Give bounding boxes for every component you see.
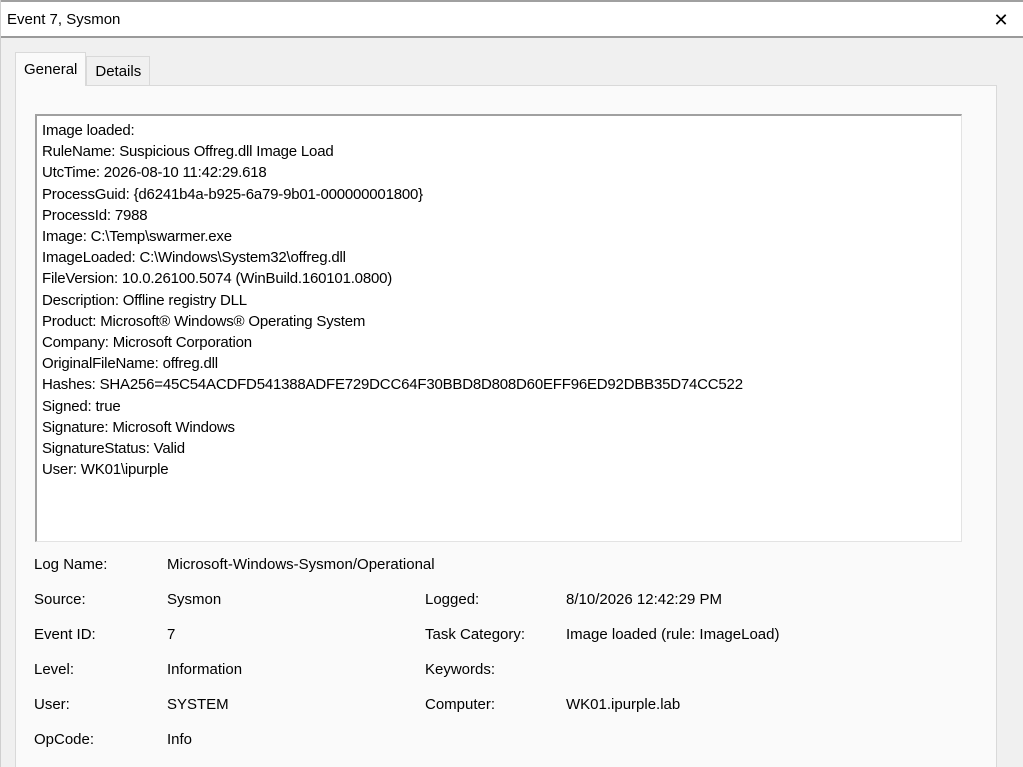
window-title: Event 7, Sysmon: [7, 11, 121, 28]
tab-details[interactable]: Details: [86, 56, 151, 86]
description-line: Signature: Microsoft Windows: [42, 418, 235, 436]
description-line: Description: Offline registry DLL: [42, 291, 247, 309]
description-line: ProcessId: 7988: [42, 206, 148, 224]
description-line: Signed: true: [42, 397, 121, 415]
computer-value: WK01.ipurple.lab: [566, 696, 681, 713]
task-category-label: Task Category:: [425, 626, 526, 643]
description-line: RuleName: Suspicious Offreg.dll Image Lo…: [42, 143, 334, 161]
level-value: Information: [167, 661, 243, 678]
description-line: Company: Microsoft Corporation: [42, 334, 252, 352]
description-line: Hashes: SHA256=45C54ACDFD541388ADFE729DC…: [42, 376, 743, 394]
user-value: SYSTEM: [167, 696, 229, 713]
description-line: SignatureStatus: Valid: [42, 440, 185, 458]
keywords-label: Keywords:: [425, 661, 496, 678]
opcode-value: Info: [167, 731, 193, 748]
computer-label: Computer:: [425, 696, 496, 713]
description-line: User: WK01\ipurple: [42, 461, 169, 479]
title-bar: Event 7, Sysmon ✕: [1, 2, 1023, 38]
description-line: FileVersion: 10.0.26100.5074 (WinBuild.1…: [42, 270, 393, 288]
description-line: Product: Microsoft® Windows® Operating S…: [42, 312, 366, 330]
source-value: Sysmon: [167, 591, 222, 608]
task-category-value: Image loaded (rule: ImageLoad): [566, 626, 780, 643]
log-name-value: Microsoft-Windows-Sysmon/Operational: [167, 556, 435, 573]
description-line: OriginalFileName: offreg.dll: [42, 355, 218, 373]
tab-strip: General Details: [15, 52, 151, 86]
event-properties-window: Event 7, Sysmon ✕ General Details Image …: [0, 0, 1023, 767]
event-id-value: 7: [167, 626, 176, 643]
description-line: ImageLoaded: C:\Windows\System32\offreg.…: [42, 249, 346, 267]
log-name-label: Log Name:: [34, 556, 108, 573]
source-label: Source:: [34, 591, 86, 608]
level-label: Level:: [34, 661, 75, 678]
general-tab-panel: Image loaded: RuleName: Suspicious Offre…: [15, 85, 997, 767]
description-line: UtcTime: 2026-08-10 11:42:29.618: [42, 164, 267, 182]
event-description-textbox[interactable]: Image loaded: RuleName: Suspicious Offre…: [35, 114, 962, 542]
event-id-label: Event ID:: [34, 626, 96, 643]
close-icon[interactable]: ✕: [988, 7, 1014, 33]
description-line: Image loaded:: [42, 122, 135, 139]
description-line: Image: C:\Temp\swarmer.exe: [42, 228, 232, 246]
logged-value: 8/10/2026 12:42:29 PM: [566, 591, 722, 608]
opcode-label: OpCode:: [34, 731, 95, 748]
user-label: User:: [34, 696, 70, 713]
tab-general[interactable]: General: [15, 52, 87, 86]
logged-label: Logged:: [425, 591, 480, 608]
description-line: ProcessGuid: {d6241b4a-b925-6a79-9b01-00…: [42, 185, 423, 203]
